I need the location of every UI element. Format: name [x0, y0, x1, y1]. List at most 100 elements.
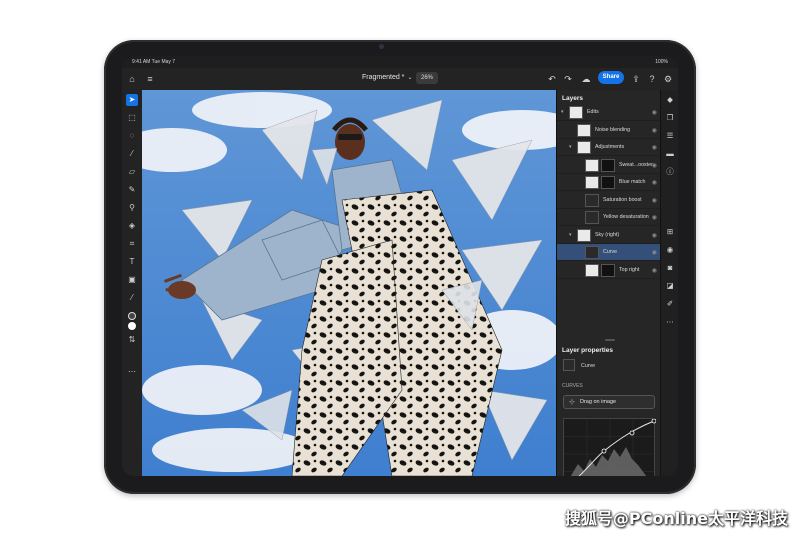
more-options-icon[interactable]: ⋯	[664, 316, 676, 328]
curves-plot	[564, 418, 657, 476]
visibility-eye-icon[interactable]: ◉	[652, 267, 657, 274]
share-button[interactable]: Share	[598, 71, 624, 84]
chevron-down-icon[interactable]: ⌄	[404, 72, 416, 84]
layer-mask-thumbnail	[601, 263, 615, 277]
eyedropper-tool-icon[interactable]: ⁄	[126, 292, 138, 304]
drag-on-image-button[interactable]: ⊹ Drag on image	[563, 395, 655, 409]
curve-point-highlight[interactable]	[629, 430, 635, 436]
product-photo: 9:41 AM Tue May 7 100% ⌂ ≡ Fragmented * …	[0, 0, 800, 533]
layer-row[interactable]: Saturation boost ◉	[557, 192, 661, 209]
more-tools-icon[interactable]: ⋯	[126, 366, 138, 378]
layer-name: Blue match	[619, 179, 646, 185]
home-icon[interactable]: ⌂	[126, 73, 138, 85]
expand-chevron-icon[interactable]: ▾	[569, 144, 572, 150]
layer-row[interactable]: Curve ◉	[557, 244, 661, 261]
visibility-eye-icon[interactable]: ◉	[652, 249, 657, 256]
status-time: 9:41 AM Tue May 7	[132, 59, 176, 65]
select-tool-icon[interactable]: ➤	[126, 94, 138, 106]
right-rail: ◆ ❐ ☰ ▬ ⓘ ⊞ ◉ ◙ ◪ ✐ ⋯	[660, 90, 678, 476]
curves-graph[interactable]	[563, 418, 657, 476]
layer-name: Saturation boost	[603, 196, 642, 203]
artboard-tool-icon[interactable]: ⬚	[126, 112, 138, 124]
curve-point-mid[interactable]	[601, 448, 607, 454]
layer-row[interactable]: Blue match ◉	[557, 174, 661, 191]
document-title[interactable]: Fragmented *	[362, 74, 404, 81]
layer-name: Sky (right)	[595, 231, 620, 238]
visibility-eye-icon[interactable]: ◉	[652, 127, 657, 134]
curve-point-white[interactable]	[651, 418, 657, 424]
visibility-eye-icon[interactable]: ◉	[652, 197, 657, 204]
layer-thumbnail	[585, 246, 599, 259]
help-icon[interactable]: ?	[646, 73, 658, 85]
drag-target-icon: ⊹	[569, 399, 575, 406]
visibility-eye-icon[interactable]: ◉	[652, 109, 657, 116]
layer-name: Curve	[603, 249, 618, 255]
redo-icon[interactable]: ↷	[562, 73, 574, 85]
layer-thumbnail	[585, 193, 599, 207]
crop-tool-icon[interactable]: ⌗	[126, 238, 138, 250]
curves-section-header[interactable]: CURVES	[562, 383, 583, 389]
visibility-eye-icon[interactable]: ◉	[652, 214, 657, 221]
layer-name: Top right	[619, 266, 640, 273]
layer-thumbnail	[585, 176, 599, 189]
layer-thumbnail	[569, 106, 583, 119]
adjustments-icon[interactable]: ☰	[664, 130, 676, 142]
panel-resize-handle[interactable]	[605, 339, 615, 341]
export-icon[interactable]: ⇪	[630, 73, 642, 85]
layer-properties-title: Layer properties	[562, 347, 613, 354]
mask-icon[interactable]: ◙	[664, 262, 676, 274]
visibility-eye-icon[interactable]: ◉	[652, 179, 657, 186]
comments-icon[interactable]: ▬	[664, 148, 676, 160]
layer-name: Yellow desaturation	[603, 214, 649, 220]
layers-panel: Layers ▾ Edits ◉ Noise blending ◉ ▾ Adjustment…	[556, 90, 661, 476]
layers-icon[interactable]: ◆	[664, 94, 676, 106]
adjustment-layer-icon[interactable]: ◪	[664, 280, 676, 292]
healing-tool-icon[interactable]: ✎	[126, 184, 138, 196]
expand-chevron-icon[interactable]: ▾	[569, 232, 572, 238]
cloud-icon[interactable]: ☁	[580, 73, 592, 85]
zoom-level[interactable]: 26%	[416, 72, 438, 84]
brush-tool-icon[interactable]: ⁄	[126, 148, 138, 160]
info-icon[interactable]: ⓘ	[664, 166, 676, 178]
brush-settings-icon[interactable]: ✐	[664, 298, 676, 310]
swap-colors-icon[interactable]: ⇅	[126, 334, 138, 346]
layer-stack-icon[interactable]: ❐	[664, 112, 676, 124]
artwork	[142, 90, 556, 476]
layer-row[interactable]: ▾ Edits ◉	[557, 104, 661, 121]
layer-row[interactable]: ▾ Adjustments ◉	[557, 139, 661, 156]
layer-row[interactable]: Sweat...ooster ◉	[557, 157, 661, 174]
layer-thumbnail	[577, 141, 591, 154]
undo-icon[interactable]: ↶	[546, 73, 558, 85]
drag-on-image-label: Drag on image	[580, 399, 617, 405]
eraser-tool-icon[interactable]: ▱	[126, 166, 138, 178]
place-image-tool-icon[interactable]: ▣	[126, 274, 138, 286]
visibility-eye-icon[interactable]: ◉	[652, 144, 657, 151]
layer-properties-row: Curve	[557, 354, 661, 374]
layer-mask-thumbnail	[601, 176, 615, 189]
visibility-eye-icon[interactable]: ◉	[652, 162, 657, 169]
type-tool-icon[interactable]: T	[126, 256, 138, 268]
layer-row[interactable]: Noise blending ◉	[557, 122, 661, 139]
tablet-screen: 9:41 AM Tue May 7 100% ⌂ ≡ Fragmented * …	[122, 56, 678, 476]
menu-icon[interactable]: ≡	[144, 73, 156, 85]
top-bar: ⌂ ≡ Fragmented * ⌄ 26% ↶ ↷ ☁ Share ⇪ ? ⚙	[122, 68, 678, 90]
lasso-tool-icon[interactable]: ◌	[126, 130, 138, 142]
visibility-eye-icon[interactable]: ◉	[664, 244, 676, 256]
layer-thumbnail	[585, 211, 599, 224]
background-color-swatch[interactable]	[128, 322, 136, 330]
layer-row[interactable]: Yellow desaturation ◉	[557, 209, 661, 226]
watermark: 搜狐号@PConline太平洋科技	[564, 509, 788, 528]
foreground-color-swatch[interactable]	[128, 312, 136, 320]
settings-gear-icon[interactable]: ⚙	[662, 73, 674, 85]
clone-tool-icon[interactable]: ⚲	[126, 202, 138, 214]
add-layer-icon[interactable]: ⊞	[664, 226, 676, 238]
layer-row[interactable]: Top right ◉	[557, 262, 661, 279]
left-toolbar: ➤ ⬚ ◌ ⁄ ▱ ✎ ⚲ ◈ ⌗ T ▣ ⁄ ⇅ ⋯	[122, 90, 142, 476]
layer-row[interactable]: ▾ Sky (right) ◉	[557, 227, 661, 244]
document-canvas[interactable]	[142, 90, 556, 476]
expand-chevron-icon[interactable]: ▾	[561, 109, 564, 115]
fill-tool-icon[interactable]: ◈	[126, 220, 138, 232]
layer-thumbnail	[577, 228, 591, 242]
layer-name: Sweat...ooster	[619, 161, 653, 168]
visibility-eye-icon[interactable]: ◉	[652, 232, 657, 239]
